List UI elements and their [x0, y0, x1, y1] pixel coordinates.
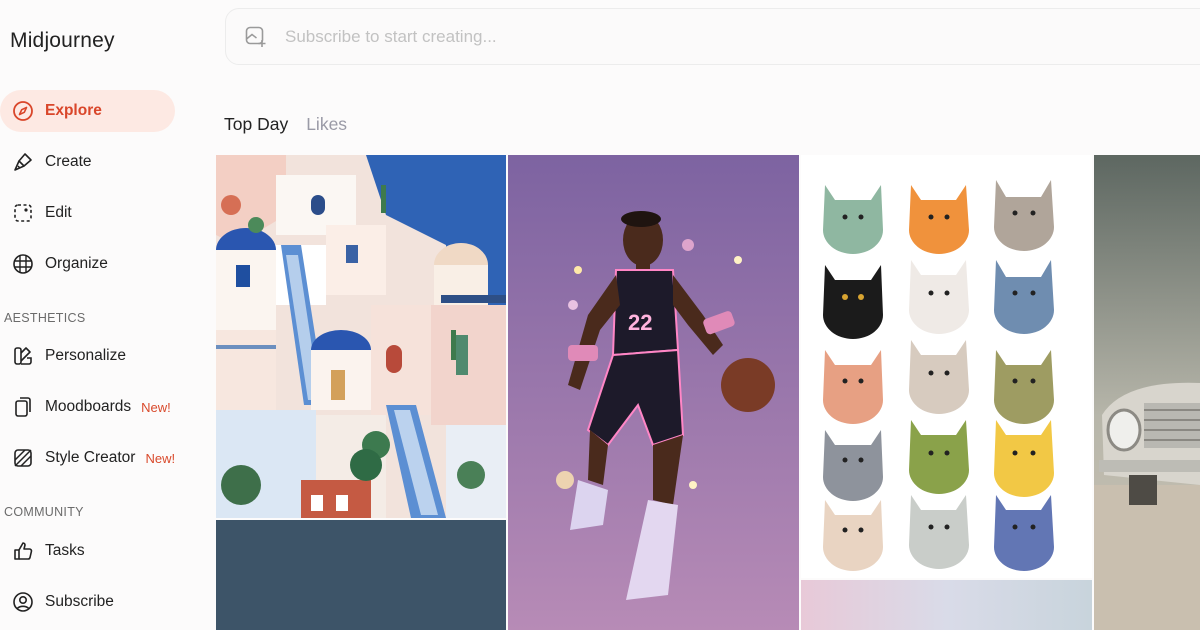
sidebar-item-label: Organize [45, 255, 108, 272]
sidebar-item-tasks[interactable]: Tasks [0, 530, 175, 572]
new-badge: New! [145, 450, 176, 466]
brand-logo[interactable]: Midjourney [10, 29, 115, 53]
sidebar-item-label: Personalize [45, 347, 126, 364]
tab-top-day[interactable]: Top Day [224, 114, 288, 135]
sidebar-item-label: Explore [45, 102, 102, 119]
cats-artwork [801, 155, 1092, 578]
sidebar-item-style-creator[interactable]: Style Creator New! [0, 437, 205, 479]
brush-icon [11, 150, 35, 174]
sidebar-item-create[interactable]: Create [0, 141, 175, 183]
basketball-artwork: 22 [508, 155, 799, 630]
sidebar-item-label: Moodboards [45, 398, 132, 415]
palette-icon [11, 344, 35, 368]
sidebar-item-label: Edit [45, 204, 72, 221]
compass-icon [11, 99, 35, 123]
sidebar-item-organize[interactable]: Organize [0, 243, 175, 285]
sidebar: Midjourney Explore Create Edit Organize … [0, 0, 205, 630]
user-circle-icon [11, 590, 35, 614]
sidebar-item-label: Subscribe [45, 593, 114, 610]
gallery-image-watercolor-cats[interactable] [801, 155, 1092, 578]
cards-icon [11, 395, 35, 419]
tab-likes[interactable]: Likes [306, 114, 347, 135]
edit-frame-icon [11, 201, 35, 225]
style-icon [11, 446, 35, 470]
sidebar-item-edit[interactable]: Edit [0, 192, 175, 234]
grid-icon [11, 252, 35, 276]
section-label-aesthetics: AESTHETICS [4, 311, 86, 325]
sidebar-item-label: Create [45, 153, 92, 170]
car-artwork [1094, 155, 1200, 630]
gallery-image-basketball-player[interactable]: 22 [508, 155, 799, 630]
sidebar-item-moodboards[interactable]: Moodboards New! [0, 386, 200, 428]
sidebar-item-label: Style Creator [45, 449, 136, 466]
santorini-artwork [216, 155, 506, 518]
section-label-community: COMMUNITY [4, 505, 84, 519]
prompt-bar [225, 8, 1200, 65]
prompt-input[interactable] [283, 25, 1087, 48]
gallery-image-dark-slate[interactable] [216, 520, 506, 630]
svg-text:22: 22 [628, 310, 652, 335]
gallery-image-santorini[interactable] [216, 155, 506, 518]
sidebar-item-explore[interactable]: Explore [0, 90, 175, 132]
thumbs-up-icon [11, 539, 35, 563]
sidebar-item-subscribe[interactable]: Subscribe [0, 581, 175, 623]
new-badge: New! [141, 399, 171, 415]
gallery-image-vintage-car[interactable] [1094, 155, 1200, 630]
sidebar-item-label: Tasks [45, 542, 85, 559]
feed-tabs: Top Day Likes [224, 114, 365, 135]
gallery-image-pastel[interactable] [801, 580, 1092, 630]
sidebar-item-personalize[interactable]: Personalize [0, 335, 175, 377]
add-image-icon[interactable] [244, 25, 268, 49]
